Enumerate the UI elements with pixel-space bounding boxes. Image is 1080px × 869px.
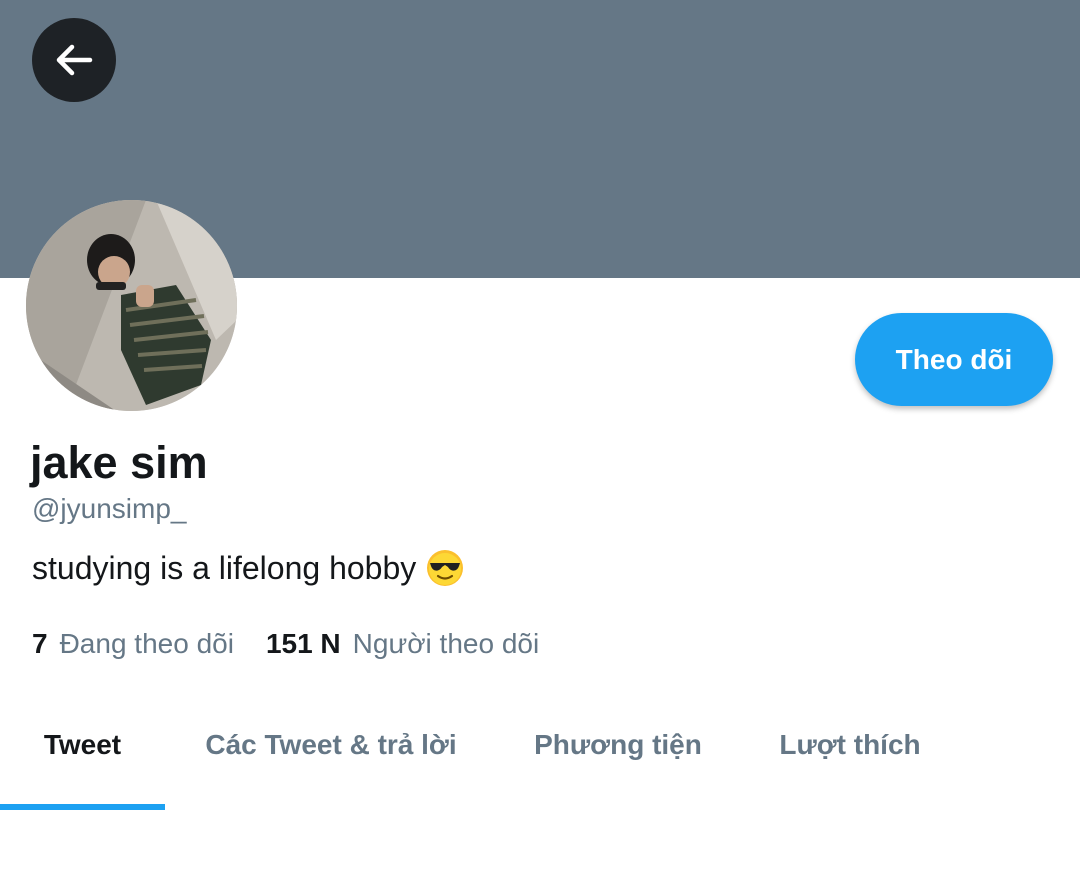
profile-page: Theo dõi jake sim @jyunsimp_ studying is… xyxy=(0,0,1080,869)
follow-button[interactable]: Theo dõi xyxy=(855,313,1053,406)
followers-count: 151 N xyxy=(265,628,341,659)
tab-media[interactable]: Phương tiện xyxy=(520,700,716,790)
tab-label: Tweet xyxy=(43,729,122,760)
avatar[interactable] xyxy=(26,200,237,411)
following-stat[interactable]: 7 Đang theo dõi xyxy=(32,626,234,662)
bio: studying is a lifelong hobby xyxy=(32,548,464,588)
tab-label: Các Tweet & trả lời xyxy=(205,729,457,760)
display-name: jake sim xyxy=(30,437,208,488)
following-label: Đang theo dõi xyxy=(59,628,234,659)
profile-tabs: Tweet Các Tweet & trả lời Phương tiện Lư… xyxy=(0,700,1080,810)
tab-tweets-and-replies[interactable]: Các Tweet & trả lời xyxy=(190,700,472,790)
profile-stats: 7 Đang theo dõi 151 N Người theo dõi xyxy=(32,626,539,662)
user-handle: @jyunsimp_ xyxy=(32,493,187,524)
tab-label: Phương tiện xyxy=(534,729,702,760)
followers-stat[interactable]: 151 N Người theo dõi xyxy=(266,626,539,662)
back-button[interactable] xyxy=(32,18,116,102)
followers-label: Người theo dõi xyxy=(352,628,540,659)
bio-text: studying is a lifelong hobby xyxy=(32,550,417,586)
tab-tweets[interactable]: Tweet xyxy=(0,700,165,790)
arrow-left-icon xyxy=(52,38,96,82)
following-count: 7 xyxy=(32,628,48,659)
active-tab-indicator xyxy=(0,804,165,810)
tab-label: Lượt thích xyxy=(779,729,921,760)
follow-button-label: Theo dõi xyxy=(895,343,1013,375)
tab-likes[interactable]: Lượt thích xyxy=(765,700,935,790)
sunglasses-emoji-icon xyxy=(426,549,464,587)
